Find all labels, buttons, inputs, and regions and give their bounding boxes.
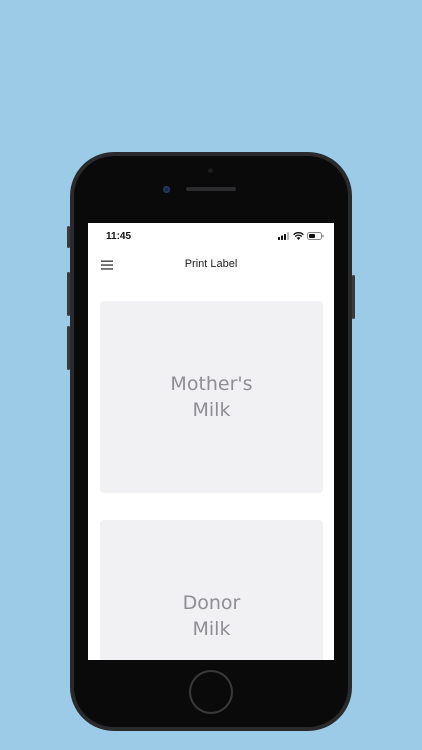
wifi-icon (293, 232, 304, 240)
volume-up-button (67, 272, 70, 316)
status-time: 11:45 (106, 231, 132, 242)
mothers-milk-label: Mother's Milk (170, 373, 253, 421)
power-button (352, 275, 355, 319)
earpiece-speaker (186, 187, 236, 191)
proximity-sensor (208, 168, 213, 173)
donor-milk-card[interactable]: Donor Milk (100, 520, 323, 660)
volume-down-button (67, 326, 70, 370)
front-camera (163, 186, 170, 193)
cellular-signal-icon (278, 232, 289, 240)
donor-milk-label: Donor Milk (182, 592, 241, 640)
navigation-bar: Print Label (88, 251, 334, 279)
mothers-milk-card[interactable]: Mother's Milk (100, 301, 323, 493)
app-screen: 11:45 Print Label Mother's Milk Donor Mi… (88, 223, 334, 660)
status-bar: 11:45 (88, 223, 334, 251)
status-icons (278, 232, 324, 240)
page-title: Print Label (184, 258, 238, 270)
mute-switch (67, 226, 70, 248)
home-button[interactable] (189, 670, 233, 714)
battery-icon (307, 232, 324, 240)
